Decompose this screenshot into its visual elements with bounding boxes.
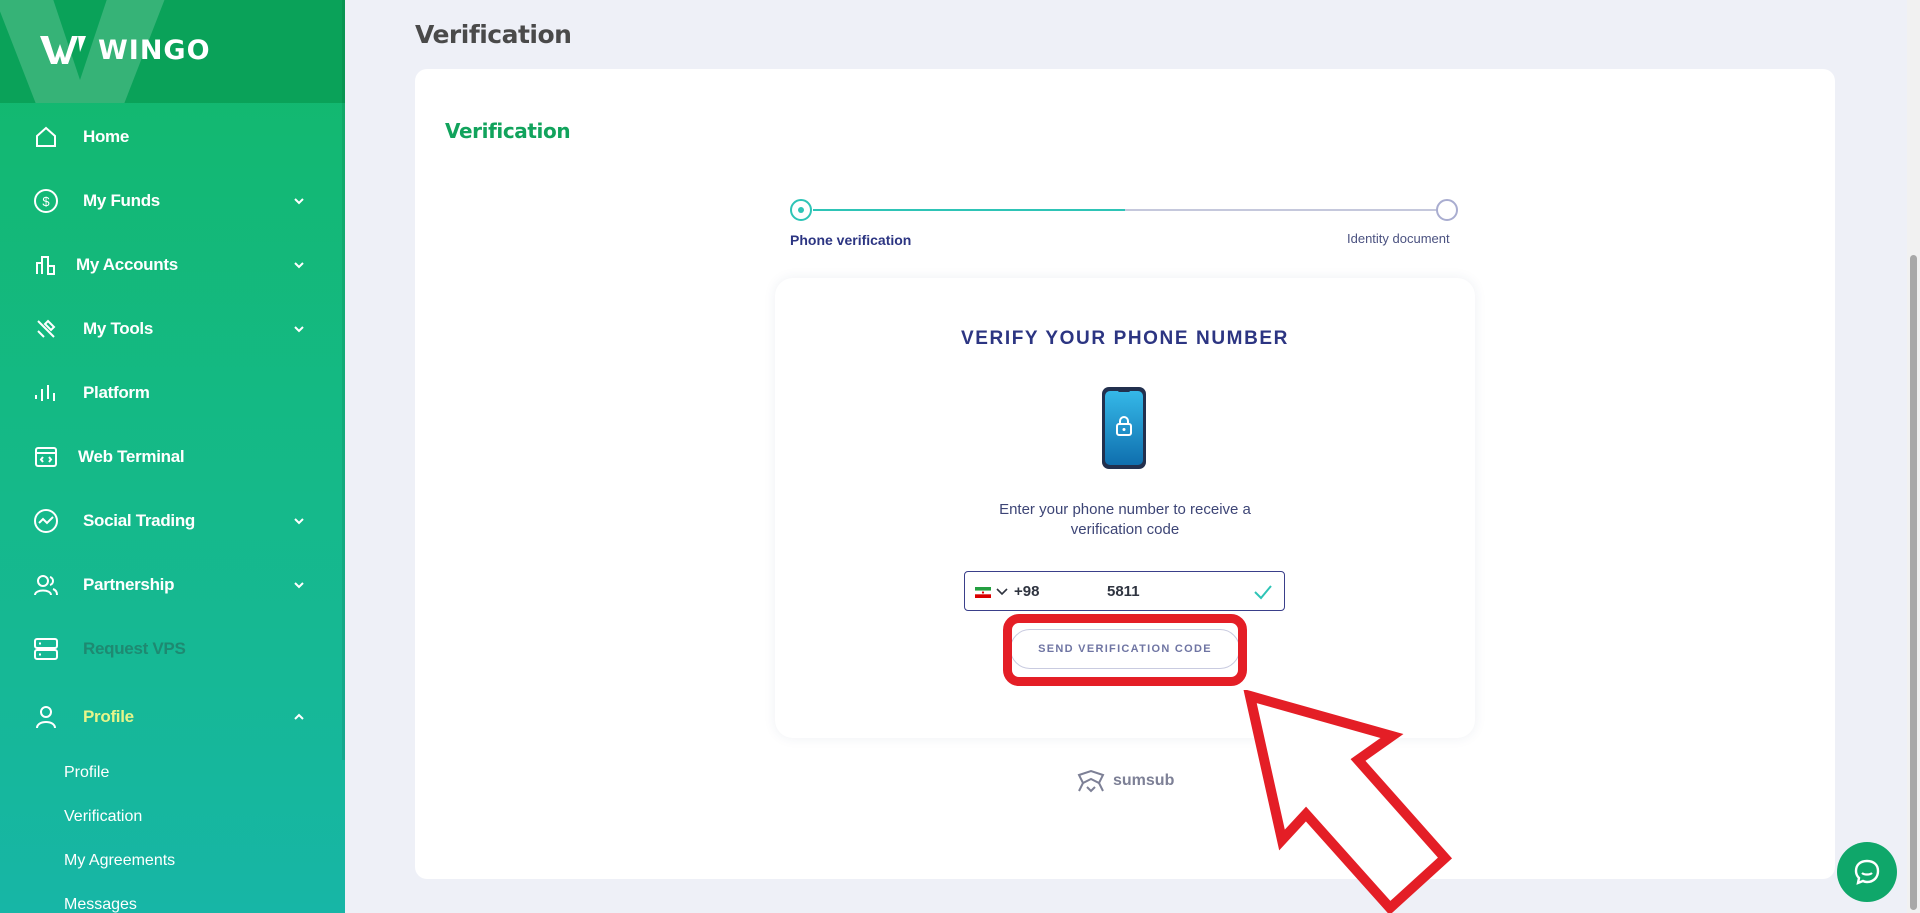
- brand-name: WINGO: [98, 34, 211, 66]
- sidebar-subitem-verification[interactable]: Verification: [64, 808, 142, 826]
- sidebar-subitem-messages[interactable]: Messages: [64, 896, 137, 913]
- sidebar-subitem-my-agreements[interactable]: My Agreements: [64, 852, 175, 870]
- sidebar-item-label: Web Terminal: [78, 447, 185, 466]
- sidebar-item-social-trading[interactable]: Social Trading: [0, 496, 345, 546]
- stepper-remaining-line: [1125, 209, 1437, 211]
- step-label-phone: Phone verification: [790, 232, 912, 248]
- sidebar-item-label: Social Trading: [83, 511, 195, 530]
- page-scrollbar-thumb[interactable]: [1910, 255, 1917, 910]
- sidebar-item-label: Request VPS: [83, 639, 186, 658]
- sidebar-item-web-terminal[interactable]: Web Terminal: [0, 432, 345, 482]
- sidebar-item-label: Platform: [83, 383, 150, 402]
- sidebar-item-label: My Accounts: [76, 255, 178, 274]
- sidebar-item-my-funds[interactable]: $ My Funds: [0, 176, 345, 226]
- verify-title: VERIFY YOUR PHONE NUMBER: [960, 328, 1290, 349]
- page-title: Verification: [415, 20, 572, 49]
- user-icon: [32, 703, 60, 731]
- dollar-circle-icon: $: [32, 187, 60, 215]
- sidebar-subitem-profile[interactable]: Profile: [64, 764, 109, 782]
- svg-text:$: $: [42, 194, 50, 209]
- sidebar-item-label: Profile: [83, 707, 134, 726]
- phone-number-value[interactable]: 5811: [1107, 583, 1140, 600]
- sumsub-logo: sumsub: [1075, 769, 1174, 793]
- chevron-down-icon: [294, 198, 304, 205]
- wingo-logo-icon: [40, 36, 86, 64]
- sidebar-item-platform[interactable]: Platform: [0, 368, 345, 418]
- trend-circle-icon: [32, 507, 60, 535]
- stepper-progress-line: [813, 209, 1125, 211]
- sidebar-item-profile[interactable]: Profile: [0, 692, 345, 742]
- chat-bubble-icon: [1854, 859, 1880, 885]
- live-chat-button[interactable]: [1837, 842, 1897, 902]
- bar-chart-icon: [32, 251, 60, 279]
- provider-name: sumsub: [1113, 772, 1175, 789]
- phone-number-field[interactable]: +98 5811: [964, 571, 1285, 611]
- sidebar-item-partnership[interactable]: Partnership: [0, 560, 345, 610]
- brand-logo[interactable]: WINGO: [38, 34, 211, 66]
- sidebar-item-label: My Tools: [83, 319, 154, 338]
- sumsub-icon: [1077, 769, 1105, 793]
- sidebar-item-home[interactable]: Home: [0, 112, 345, 162]
- step-dot-phone: [790, 199, 812, 221]
- tools-icon: [32, 315, 60, 343]
- step-label-identity: Identity document: [1347, 231, 1450, 246]
- server-icon: [32, 635, 60, 663]
- sidebar-item-label: Partnership: [83, 575, 175, 594]
- platform-icon: [32, 379, 60, 407]
- check-icon: [1254, 585, 1272, 600]
- sidebar-scrollbar[interactable]: [342, 0, 345, 760]
- chevron-down-icon: [294, 582, 304, 589]
- send-verification-code-button[interactable]: SEND VERIFICATION CODE: [1010, 629, 1240, 669]
- step-dot-identity: [1436, 199, 1458, 221]
- chevron-down-icon: [294, 518, 304, 525]
- sidebar-item-my-tools[interactable]: My Tools: [0, 304, 345, 354]
- home-icon: [32, 123, 60, 151]
- chevron-down-icon: [294, 262, 304, 269]
- chevron-down-icon[interactable]: [996, 587, 1008, 597]
- iran-flag-icon: [975, 587, 991, 598]
- terminal-icon: [32, 443, 60, 471]
- logo-bar: WINGO: [0, 0, 345, 103]
- sidebar: WINGO Home $ My Funds My Accounts My Too…: [0, 0, 345, 913]
- sidebar-item-request-vps: Request VPS: [0, 624, 345, 674]
- card-title: Verification: [445, 119, 571, 143]
- chevron-down-icon: [294, 326, 304, 333]
- users-icon: [32, 571, 60, 599]
- sidebar-item-label: Home: [83, 127, 130, 146]
- instruction-text: Enter your phone number to receive a ver…: [999, 501, 1251, 538]
- locked-phone-icon: [1102, 387, 1146, 469]
- sidebar-item-label: My Funds: [83, 191, 160, 210]
- chevron-up-icon: [294, 713, 304, 720]
- country-code[interactable]: +98: [1014, 583, 1039, 600]
- sidebar-item-my-accounts[interactable]: My Accounts: [0, 240, 345, 290]
